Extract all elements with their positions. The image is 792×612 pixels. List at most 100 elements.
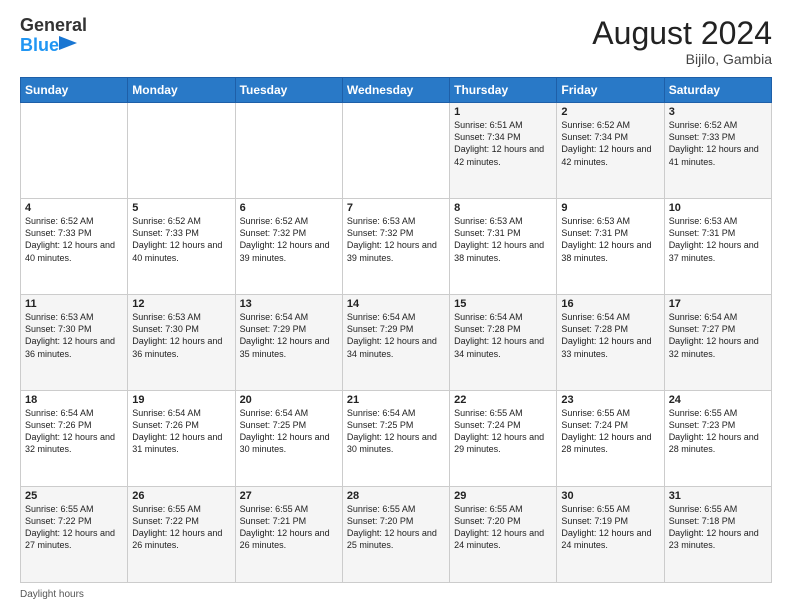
day-info: Sunrise: 6:53 AMSunset: 7:30 PMDaylight:… xyxy=(25,312,115,358)
day-cell: 11 Sunrise: 6:53 AMSunset: 7:30 PMDaylig… xyxy=(21,295,128,391)
day-cell: 24 Sunrise: 6:55 AMSunset: 7:23 PMDaylig… xyxy=(664,391,771,487)
day-cell: 3 Sunrise: 6:52 AMSunset: 7:33 PMDayligh… xyxy=(664,103,771,199)
day-cell: 19 Sunrise: 6:54 AMSunset: 7:26 PMDaylig… xyxy=(128,391,235,487)
day-number: 18 xyxy=(25,394,123,406)
logo-general: General xyxy=(20,16,87,36)
day-info: Sunrise: 6:55 AMSunset: 7:19 PMDaylight:… xyxy=(561,504,651,550)
page-title: August 2024 xyxy=(592,16,772,51)
page: GeneralBlue August 2024 Bijilo, Gambia S… xyxy=(0,0,792,612)
day-info: Sunrise: 6:55 AMSunset: 7:21 PMDaylight:… xyxy=(240,504,330,550)
day-header-sunday: Sunday xyxy=(21,78,128,103)
day-number: 6 xyxy=(240,202,338,214)
day-cell: 31 Sunrise: 6:55 AMSunset: 7:18 PMDaylig… xyxy=(664,487,771,583)
day-number: 14 xyxy=(347,298,445,310)
day-info: Sunrise: 6:54 AMSunset: 7:29 PMDaylight:… xyxy=(240,312,330,358)
daylight-label: Daylight hours xyxy=(20,589,84,600)
day-header-saturday: Saturday xyxy=(664,78,771,103)
day-info: Sunrise: 6:53 AMSunset: 7:30 PMDaylight:… xyxy=(132,312,222,358)
logo-arrow xyxy=(59,36,77,50)
day-info: Sunrise: 6:55 AMSunset: 7:20 PMDaylight:… xyxy=(454,504,544,550)
day-info: Sunrise: 6:55 AMSunset: 7:18 PMDaylight:… xyxy=(669,504,759,550)
day-info: Sunrise: 6:51 AMSunset: 7:34 PMDaylight:… xyxy=(454,120,544,166)
day-number: 15 xyxy=(454,298,552,310)
day-cell: 27 Sunrise: 6:55 AMSunset: 7:21 PMDaylig… xyxy=(235,487,342,583)
day-number: 24 xyxy=(669,394,767,406)
day-info: Sunrise: 6:53 AMSunset: 7:32 PMDaylight:… xyxy=(347,216,437,262)
day-cell: 29 Sunrise: 6:55 AMSunset: 7:20 PMDaylig… xyxy=(450,487,557,583)
day-cell: 8 Sunrise: 6:53 AMSunset: 7:31 PMDayligh… xyxy=(450,199,557,295)
day-header-thursday: Thursday xyxy=(450,78,557,103)
header-row: SundayMondayTuesdayWednesdayThursdayFrid… xyxy=(21,78,772,103)
header: GeneralBlue August 2024 Bijilo, Gambia xyxy=(20,16,772,67)
week-row-1: 1 Sunrise: 6:51 AMSunset: 7:34 PMDayligh… xyxy=(21,103,772,199)
day-number: 13 xyxy=(240,298,338,310)
day-cell xyxy=(128,103,235,199)
day-cell: 26 Sunrise: 6:55 AMSunset: 7:22 PMDaylig… xyxy=(128,487,235,583)
day-cell: 9 Sunrise: 6:53 AMSunset: 7:31 PMDayligh… xyxy=(557,199,664,295)
footer: Daylight hours xyxy=(20,589,772,600)
day-cell: 7 Sunrise: 6:53 AMSunset: 7:32 PMDayligh… xyxy=(342,199,449,295)
week-row-2: 4 Sunrise: 6:52 AMSunset: 7:33 PMDayligh… xyxy=(21,199,772,295)
day-number: 29 xyxy=(454,490,552,502)
day-cell: 17 Sunrise: 6:54 AMSunset: 7:27 PMDaylig… xyxy=(664,295,771,391)
day-info: Sunrise: 6:54 AMSunset: 7:28 PMDaylight:… xyxy=(561,312,651,358)
day-cell: 5 Sunrise: 6:52 AMSunset: 7:33 PMDayligh… xyxy=(128,199,235,295)
day-info: Sunrise: 6:55 AMSunset: 7:24 PMDaylight:… xyxy=(454,408,544,454)
day-info: Sunrise: 6:55 AMSunset: 7:22 PMDaylight:… xyxy=(25,504,115,550)
day-info: Sunrise: 6:54 AMSunset: 7:26 PMDaylight:… xyxy=(132,408,222,454)
day-number: 11 xyxy=(25,298,123,310)
logo: GeneralBlue xyxy=(20,16,87,56)
day-number: 12 xyxy=(132,298,230,310)
day-cell xyxy=(235,103,342,199)
day-info: Sunrise: 6:53 AMSunset: 7:31 PMDaylight:… xyxy=(454,216,544,262)
day-number: 30 xyxy=(561,490,659,502)
day-cell: 1 Sunrise: 6:51 AMSunset: 7:34 PMDayligh… xyxy=(450,103,557,199)
day-number: 4 xyxy=(25,202,123,214)
day-info: Sunrise: 6:52 AMSunset: 7:32 PMDaylight:… xyxy=(240,216,330,262)
day-number: 25 xyxy=(25,490,123,502)
day-info: Sunrise: 6:54 AMSunset: 7:28 PMDaylight:… xyxy=(454,312,544,358)
day-cell: 25 Sunrise: 6:55 AMSunset: 7:22 PMDaylig… xyxy=(21,487,128,583)
day-number: 10 xyxy=(669,202,767,214)
day-header-tuesday: Tuesday xyxy=(235,78,342,103)
day-info: Sunrise: 6:55 AMSunset: 7:20 PMDaylight:… xyxy=(347,504,437,550)
day-cell: 6 Sunrise: 6:52 AMSunset: 7:32 PMDayligh… xyxy=(235,199,342,295)
day-number: 27 xyxy=(240,490,338,502)
day-info: Sunrise: 6:55 AMSunset: 7:22 PMDaylight:… xyxy=(132,504,222,550)
week-row-3: 11 Sunrise: 6:53 AMSunset: 7:30 PMDaylig… xyxy=(21,295,772,391)
day-info: Sunrise: 6:55 AMSunset: 7:24 PMDaylight:… xyxy=(561,408,651,454)
day-cell: 16 Sunrise: 6:54 AMSunset: 7:28 PMDaylig… xyxy=(557,295,664,391)
week-row-5: 25 Sunrise: 6:55 AMSunset: 7:22 PMDaylig… xyxy=(21,487,772,583)
day-info: Sunrise: 6:52 AMSunset: 7:33 PMDaylight:… xyxy=(25,216,115,262)
day-info: Sunrise: 6:52 AMSunset: 7:34 PMDaylight:… xyxy=(561,120,651,166)
day-info: Sunrise: 6:55 AMSunset: 7:23 PMDaylight:… xyxy=(669,408,759,454)
day-header-monday: Monday xyxy=(128,78,235,103)
day-number: 5 xyxy=(132,202,230,214)
day-number: 17 xyxy=(669,298,767,310)
day-info: Sunrise: 6:54 AMSunset: 7:29 PMDaylight:… xyxy=(347,312,437,358)
logo-blue: Blue xyxy=(20,36,59,56)
day-cell: 15 Sunrise: 6:54 AMSunset: 7:28 PMDaylig… xyxy=(450,295,557,391)
day-cell: 21 Sunrise: 6:54 AMSunset: 7:25 PMDaylig… xyxy=(342,391,449,487)
day-number: 3 xyxy=(669,106,767,118)
day-info: Sunrise: 6:53 AMSunset: 7:31 PMDaylight:… xyxy=(669,216,759,262)
day-number: 21 xyxy=(347,394,445,406)
day-number: 2 xyxy=(561,106,659,118)
day-number: 16 xyxy=(561,298,659,310)
day-cell xyxy=(21,103,128,199)
title-block: August 2024 Bijilo, Gambia xyxy=(592,16,772,67)
day-info: Sunrise: 6:52 AMSunset: 7:33 PMDaylight:… xyxy=(132,216,222,262)
day-header-friday: Friday xyxy=(557,78,664,103)
day-cell: 30 Sunrise: 6:55 AMSunset: 7:19 PMDaylig… xyxy=(557,487,664,583)
day-number: 28 xyxy=(347,490,445,502)
day-info: Sunrise: 6:54 AMSunset: 7:25 PMDaylight:… xyxy=(347,408,437,454)
day-cell: 2 Sunrise: 6:52 AMSunset: 7:34 PMDayligh… xyxy=(557,103,664,199)
calendar-table: SundayMondayTuesdayWednesdayThursdayFrid… xyxy=(20,77,772,583)
day-cell: 18 Sunrise: 6:54 AMSunset: 7:26 PMDaylig… xyxy=(21,391,128,487)
day-number: 8 xyxy=(454,202,552,214)
day-number: 26 xyxy=(132,490,230,502)
day-info: Sunrise: 6:54 AMSunset: 7:26 PMDaylight:… xyxy=(25,408,115,454)
day-number: 31 xyxy=(669,490,767,502)
day-cell: 22 Sunrise: 6:55 AMSunset: 7:24 PMDaylig… xyxy=(450,391,557,487)
day-cell: 10 Sunrise: 6:53 AMSunset: 7:31 PMDaylig… xyxy=(664,199,771,295)
